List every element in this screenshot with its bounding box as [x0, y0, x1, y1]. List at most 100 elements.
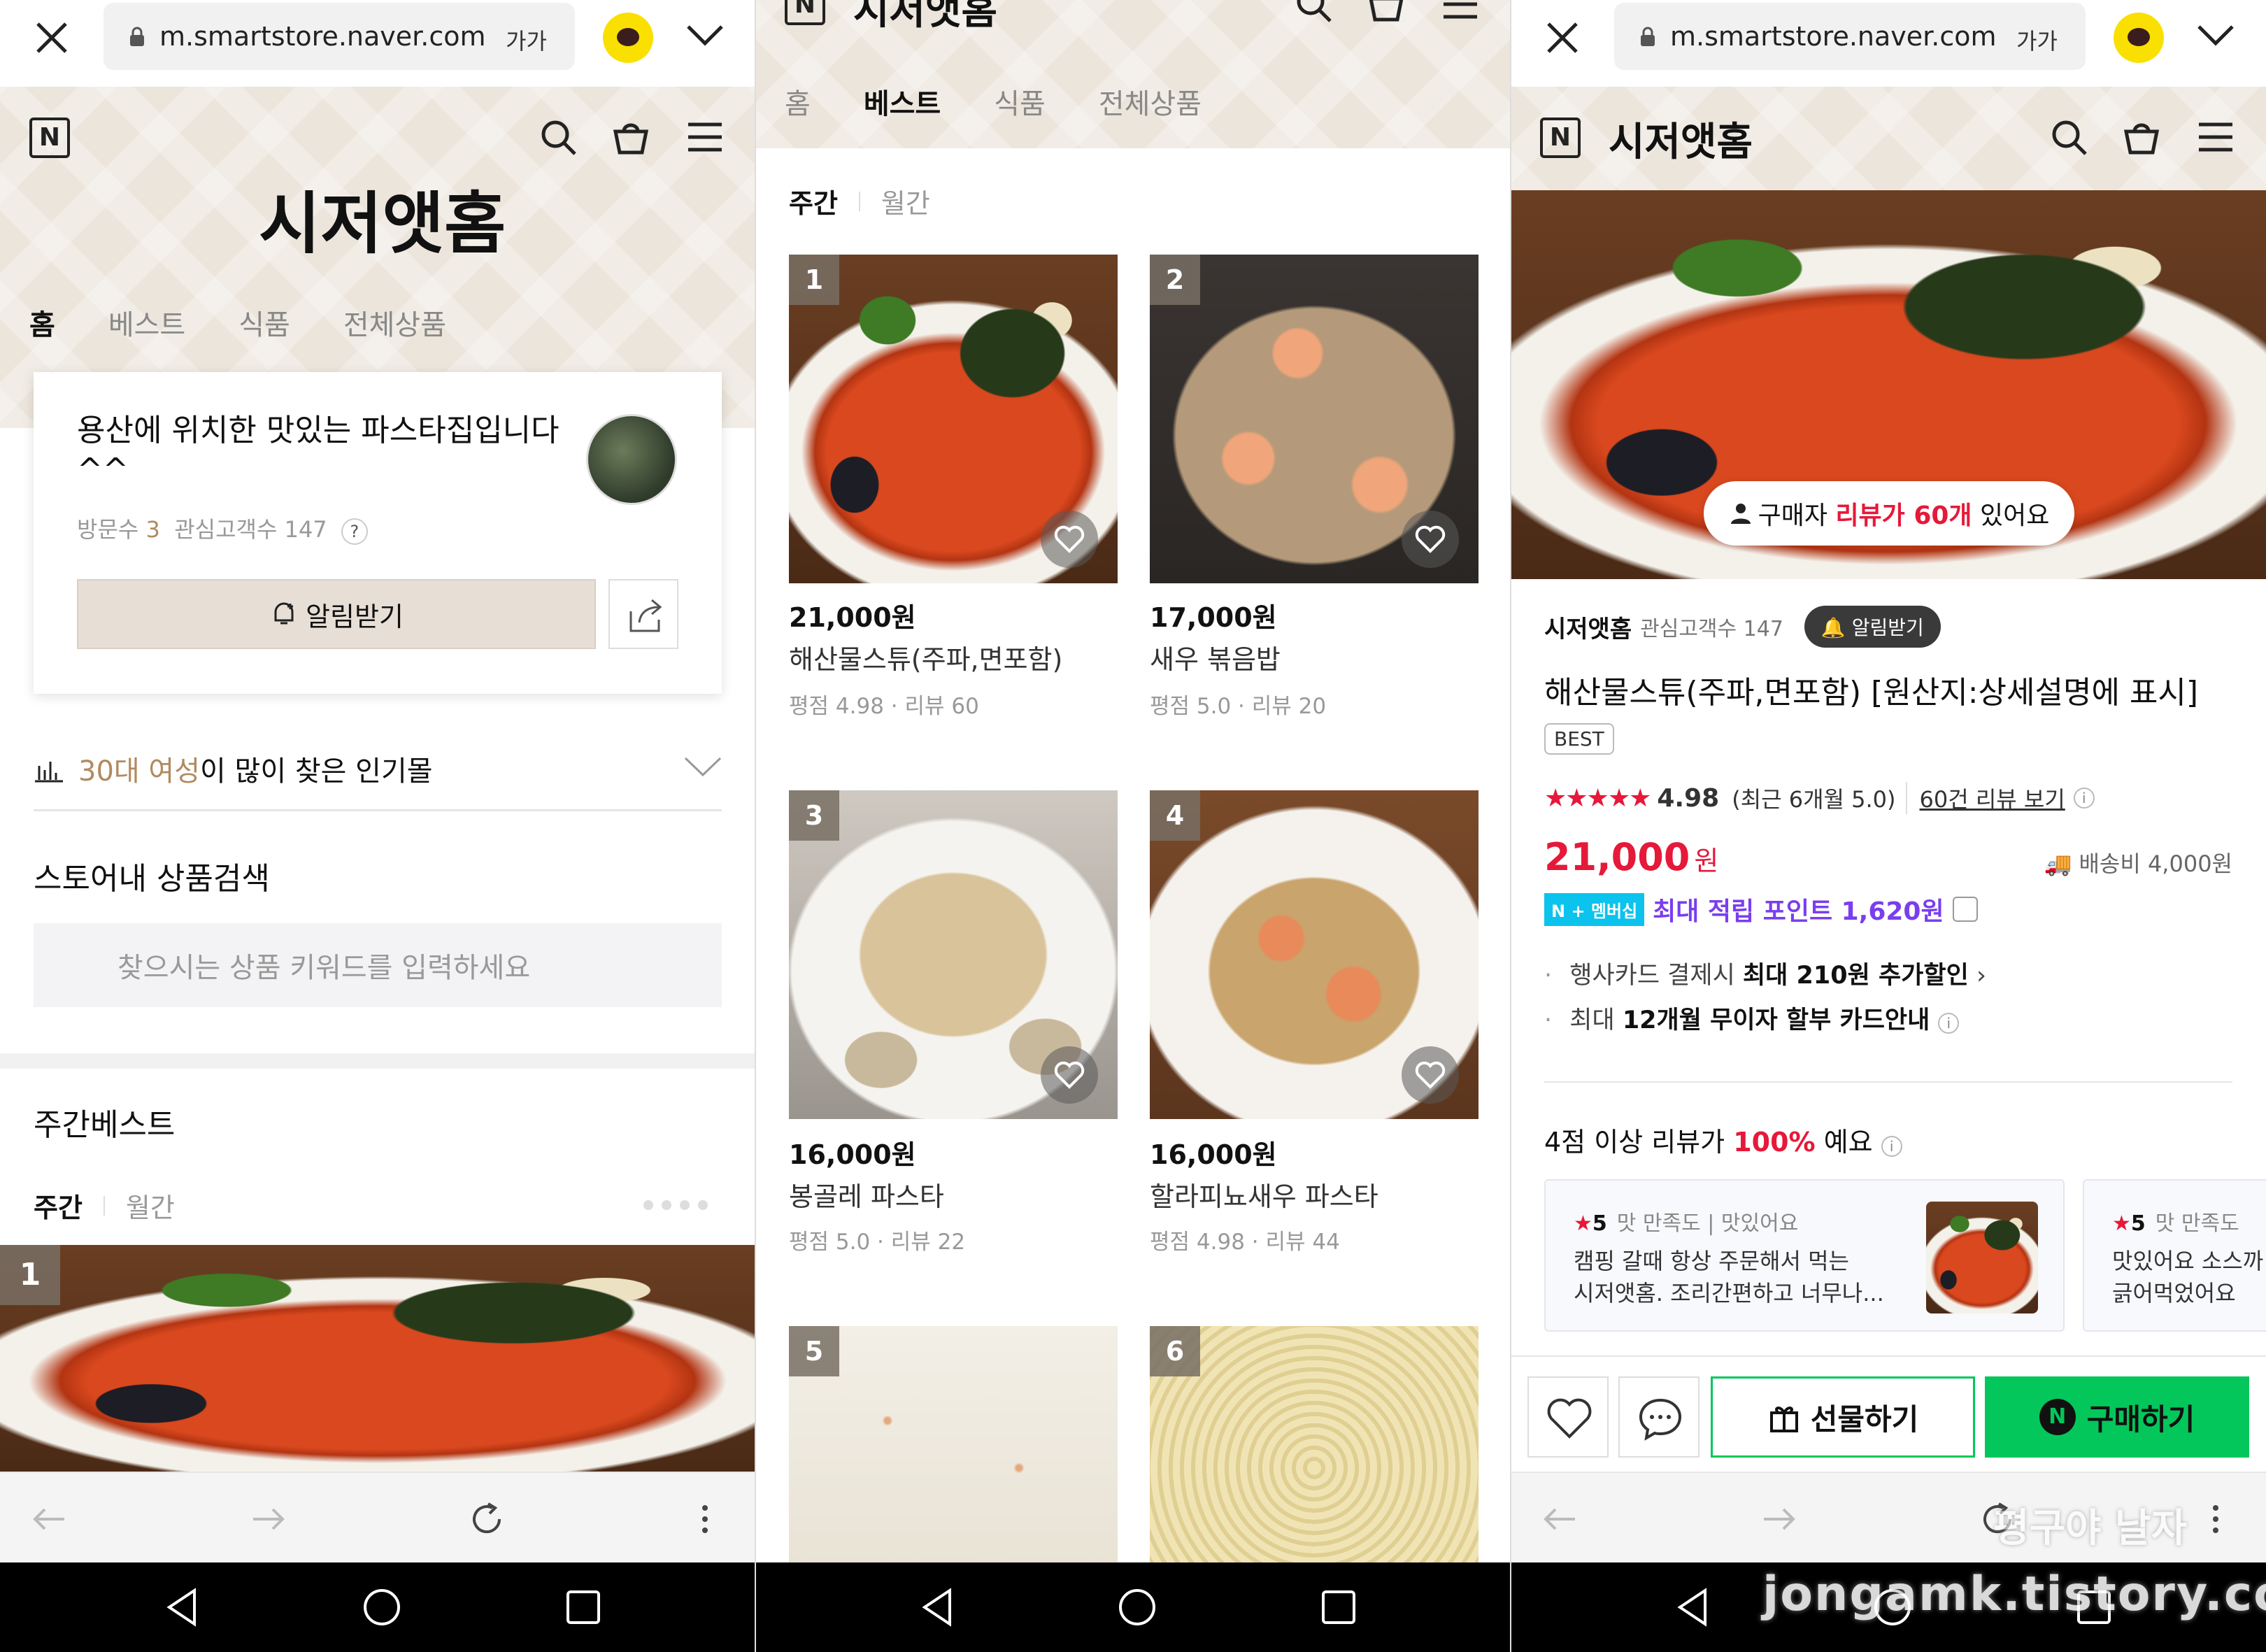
tab-weekly[interactable]: 주간 [34, 1186, 83, 1225]
share-button[interactable] [608, 579, 678, 649]
product-image[interactable]: 3 [789, 790, 1118, 1119]
gift-icon [1769, 1407, 1798, 1432]
menu-icon[interactable] [2196, 118, 2235, 157]
tab-all-products[interactable]: 전체상품 [1099, 81, 1202, 122]
heart-icon [1415, 1061, 1446, 1089]
info-icon[interactable]: i [2073, 788, 2095, 809]
watermark-name: 평구야 날자 [1993, 1506, 2188, 1551]
tab-best[interactable]: 베스트 [108, 302, 185, 343]
kakaotalk-icon[interactable] [603, 13, 653, 63]
naver-logo[interactable]: N [1540, 118, 1581, 158]
product-rating: 평점 4.98 · 리뷰 44 [1150, 1230, 1340, 1255]
membership-points[interactable]: N + 멤버십 최대 적립 포인트 1,620원 [1544, 891, 1978, 927]
buy-button[interactable]: N 구매하기 [1985, 1376, 2249, 1458]
period-toggle: 주간 월간 [34, 1186, 175, 1225]
product-name[interactable]: 봉골레 파스타 [789, 1175, 944, 1213]
menu-icon[interactable] [1441, 0, 1480, 24]
tab-all-products[interactable]: 전체상품 [343, 302, 446, 343]
back-arrow-icon[interactable] [29, 1500, 69, 1539]
system-home-icon[interactable] [361, 1586, 403, 1628]
chevron-down-icon[interactable] [684, 755, 722, 779]
product-rating: 평점 4.98 · 리뷰 60 [789, 694, 979, 719]
card-discount-benefit[interactable]: 행사카드 결제시 최대 210원 추가할인 › [1544, 955, 1986, 991]
store-title: 시저앳홈 [1609, 120, 1753, 165]
system-back-icon[interactable] [918, 1586, 957, 1628]
gift-button[interactable]: 선물하기 [1711, 1376, 1975, 1458]
naver-logo[interactable]: N [29, 118, 70, 158]
tab-monthly[interactable]: 월간 [126, 1186, 175, 1225]
url-text: m.smartstore.naver.com [1670, 21, 1997, 52]
talk-button[interactable] [1618, 1376, 1700, 1458]
search-icon[interactable] [1294, 0, 1333, 24]
more-vertical-icon[interactable] [2203, 1500, 2228, 1539]
forward-arrow-icon[interactable] [249, 1500, 288, 1539]
close-icon[interactable] [1544, 20, 1581, 56]
seller-name[interactable]: 시저앳홈 [1544, 610, 1632, 644]
tab-home[interactable]: 홈 [29, 302, 55, 343]
bar-chart-icon [35, 761, 63, 782]
cart-icon[interactable] [1367, 0, 1406, 24]
system-recents-icon[interactable] [1319, 1586, 1358, 1628]
store-search-input[interactable]: 찾으시는 상품 키워드를 입력하세요 [34, 923, 722, 1007]
product-image[interactable]: 6 [1150, 1326, 1478, 1562]
chevron-down-icon[interactable] [2196, 21, 2235, 49]
notify-button[interactable]: 🔔 알림받기 [1804, 606, 1941, 648]
text-size-button[interactable]: 가가 [506, 24, 547, 56]
product-name[interactable]: 할라피뇨새우 파스타 [1150, 1175, 1378, 1213]
forward-arrow-icon[interactable] [1760, 1500, 1799, 1539]
menu-icon[interactable] [685, 118, 725, 157]
system-back-icon[interactable] [1673, 1586, 1712, 1628]
system-home-icon[interactable] [1116, 1586, 1158, 1628]
review-count-pill[interactable]: 구매자 리뷰가 60개 있어요 [1704, 481, 2074, 546]
search-icon[interactable] [2049, 118, 2088, 157]
tab-weekly[interactable]: 주간 [789, 182, 838, 220]
naver-logo[interactable]: N [785, 0, 825, 25]
search-icon[interactable] [539, 118, 578, 157]
more-vertical-icon[interactable] [692, 1500, 718, 1539]
cart-icon[interactable] [611, 118, 650, 157]
wishlist-button[interactable] [1041, 511, 1098, 568]
back-arrow-icon[interactable] [1540, 1500, 1579, 1539]
period-toggle: 주간 월간 [789, 182, 930, 220]
tab-food[interactable]: 식품 [238, 302, 290, 343]
heart-icon [1547, 1398, 1592, 1439]
wishlist-button[interactable] [1527, 1376, 1609, 1458]
wishlist-button[interactable] [1402, 1046, 1459, 1104]
store-header: N 시저앳홈 [1511, 87, 2266, 190]
notify-button[interactable]: 알림받기 [77, 579, 596, 649]
rank-badge: 6 [1150, 1326, 1200, 1376]
kakaotalk-icon[interactable] [2114, 13, 2164, 63]
product-image[interactable]: 1 [0, 1245, 755, 1472]
product-name[interactable]: 해산물스튜(주파,면포함) [789, 638, 1062, 676]
review-card[interactable]: ★5 맛 만족도 | 맛있어요 캠핑 갈때 항상 주문해서 먹는 시저앳홈. 조리… [1544, 1179, 2065, 1332]
browser-toolbar [0, 1472, 755, 1562]
popular-demographic[interactable]: 30대 여성 이 많이 찾은 인기몰 [34, 727, 722, 811]
text-size-button[interactable]: 가가 [2016, 24, 2058, 56]
cart-icon[interactable] [2122, 118, 2161, 157]
chevron-down-icon[interactable] [685, 21, 725, 49]
tab-home[interactable]: 홈 [785, 81, 811, 122]
system-back-icon[interactable] [162, 1586, 201, 1628]
reload-icon[interactable] [467, 1500, 506, 1539]
wishlist-button[interactable] [1041, 1046, 1098, 1104]
review-link[interactable]: 60건 리뷰 보기 [1905, 782, 2065, 814]
installment-benefit[interactable]: 최대 12개월 무이자 할부 카드안내i [1544, 1000, 1960, 1036]
product-image[interactable]: 4 [1150, 790, 1478, 1119]
wishlist-button[interactable] [1402, 511, 1459, 568]
system-recents-icon[interactable] [564, 1586, 603, 1628]
tab-best[interactable]: 베스트 [864, 81, 941, 122]
product-image[interactable]: 1 [789, 255, 1118, 583]
product-image[interactable]: 2 [1150, 255, 1478, 583]
review-card[interactable]: ★5 맛 만족도 맛있어요 소스까 긁어먹었어요 [2083, 1179, 2266, 1332]
product-name[interactable]: 새우 볶음밥 [1150, 638, 1281, 676]
url-field[interactable]: m.smartstore.naver.com 가가 [104, 3, 575, 70]
url-field[interactable]: m.smartstore.naver.com 가가 [1614, 3, 2086, 70]
tab-food[interactable]: 식품 [994, 81, 1046, 122]
chevron-down-icon[interactable] [1952, 897, 1978, 922]
heart-icon [1054, 525, 1085, 553]
review-photo[interactable] [1926, 1202, 2038, 1313]
help-icon[interactable]: ? [341, 518, 368, 545]
product-image[interactable]: 5 [789, 1326, 1118, 1562]
tab-monthly[interactable]: 월간 [881, 182, 930, 220]
close-icon[interactable] [34, 20, 70, 56]
